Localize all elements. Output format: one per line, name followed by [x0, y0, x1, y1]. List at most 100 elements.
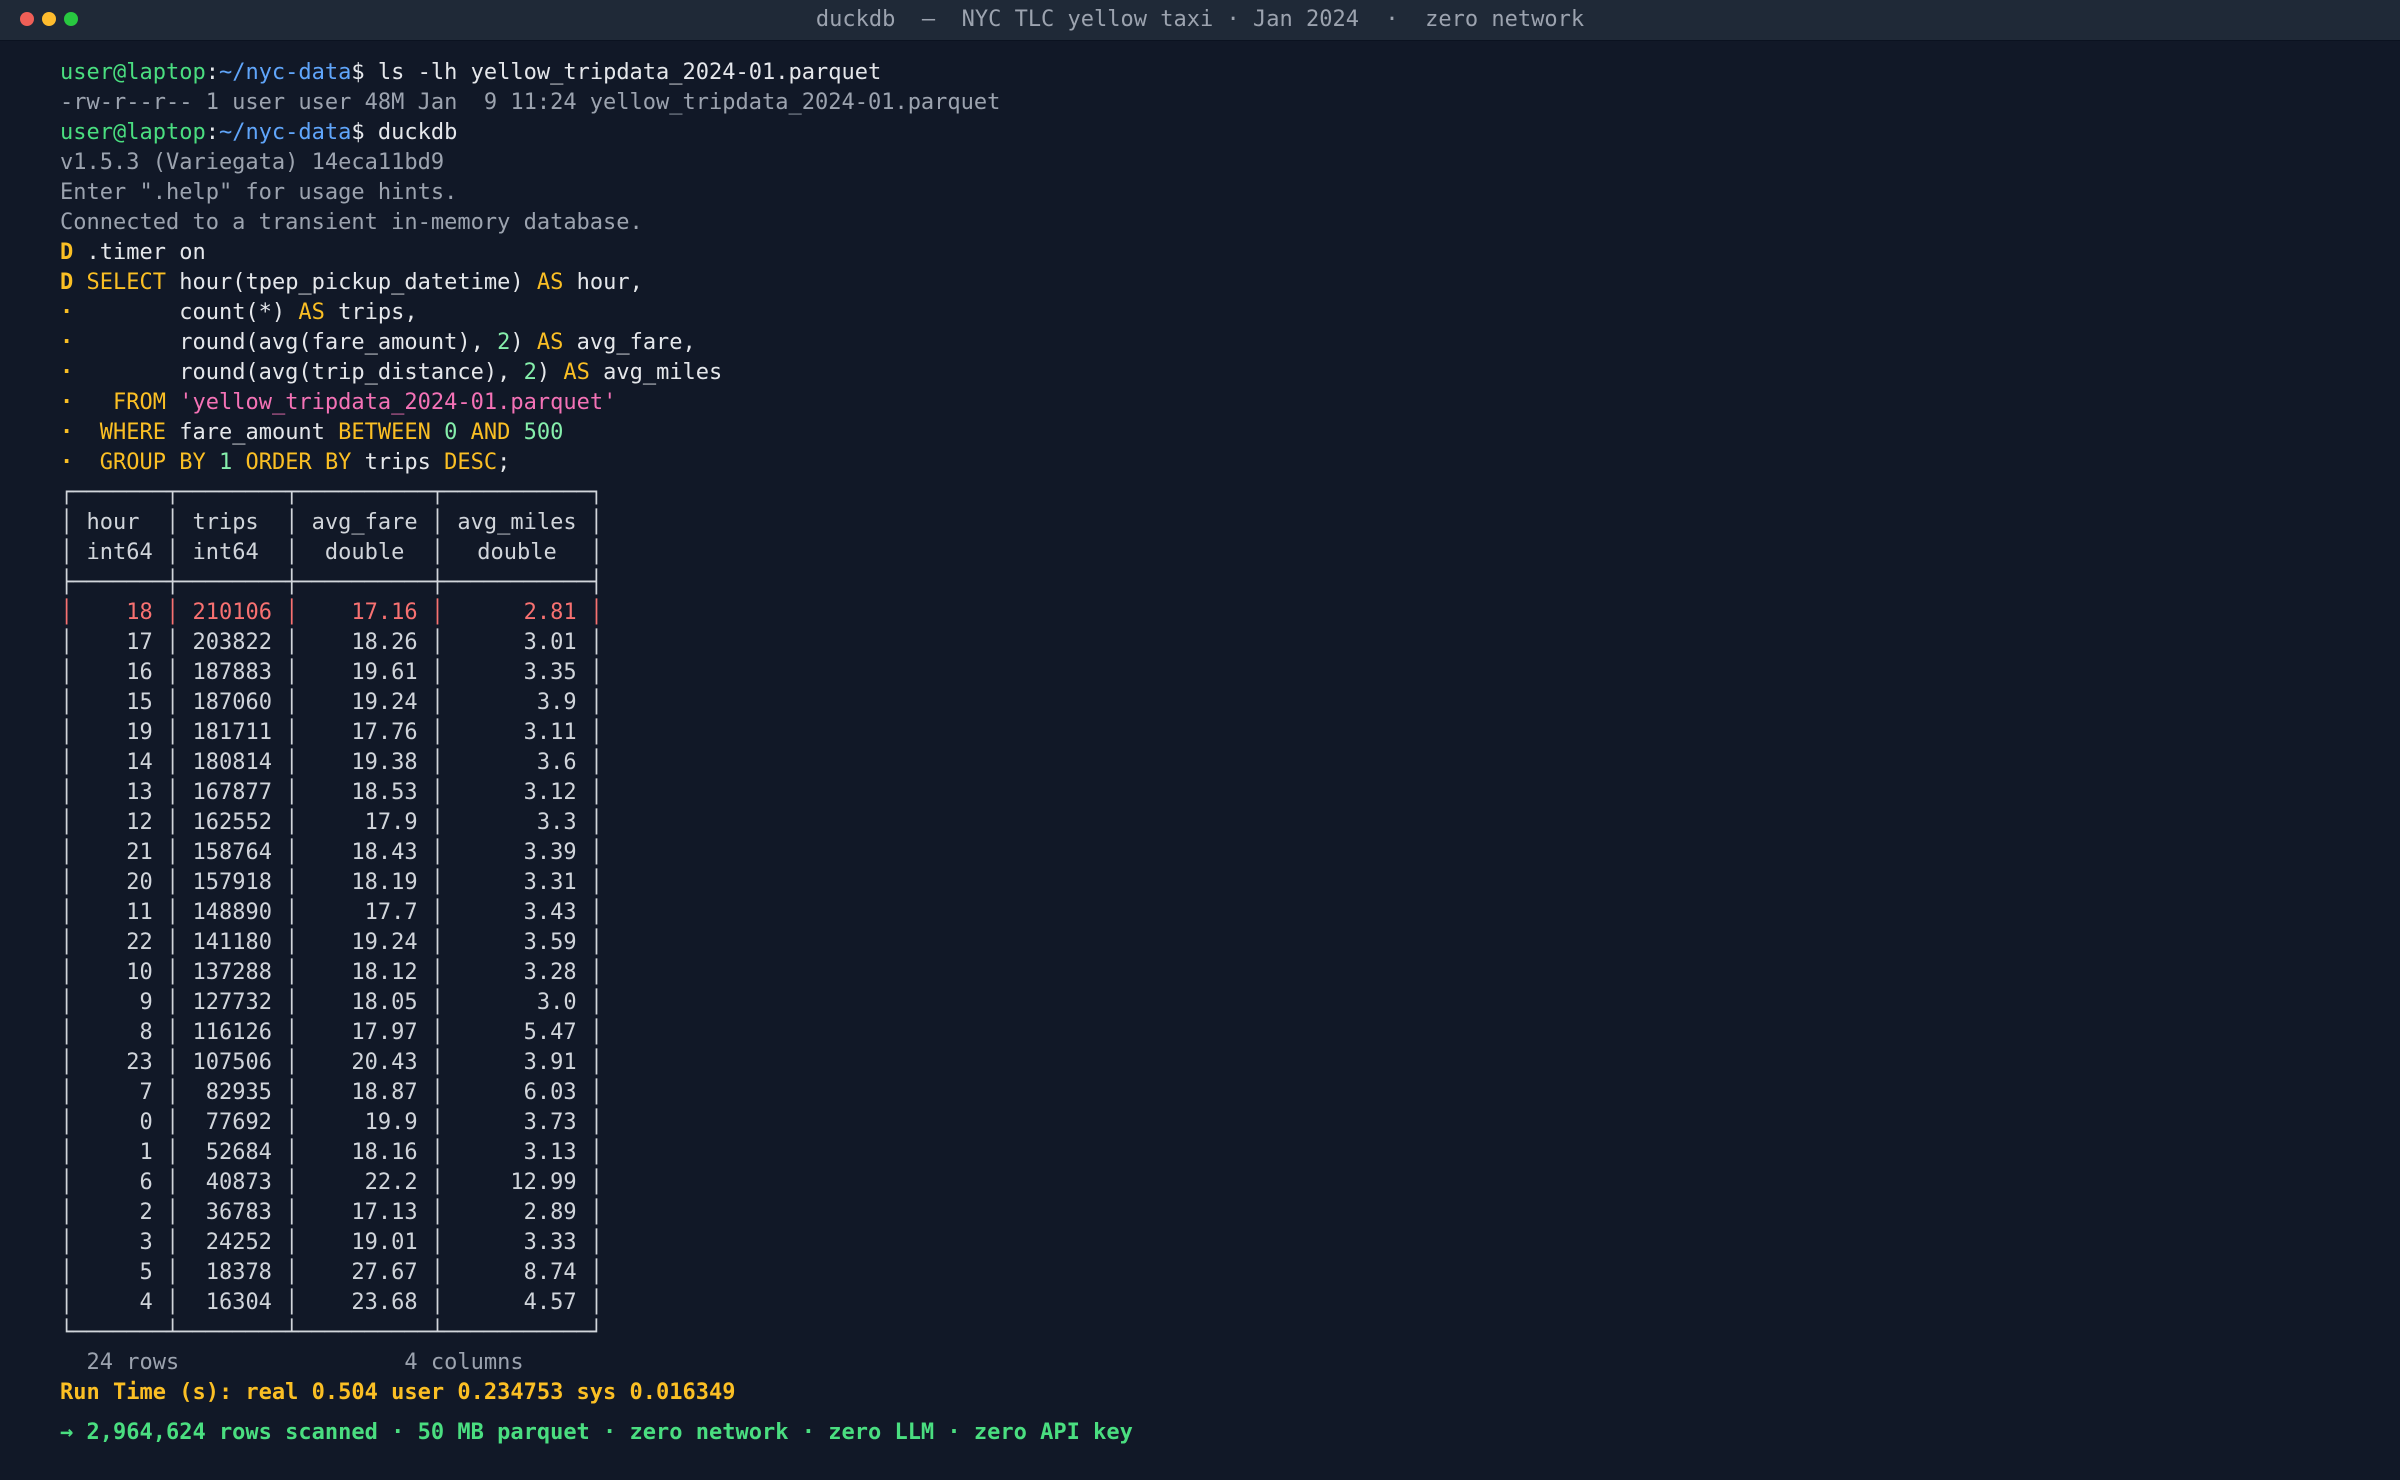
cell-avg-fare: 17.97: [351, 1020, 418, 1045]
table-row: │ 10 │ 137288 │ 18.12 │ 3.28 │: [60, 958, 1133, 988]
column-header-trips: trips: [192, 510, 259, 535]
prompt-symbol: $: [351, 60, 365, 85]
sql-line: · FROM 'yellow_tripdata_2024-01.parquet': [60, 388, 1133, 418]
sql-line: · round(avg(fare_amount), 2) AS avg_fare…: [60, 328, 1133, 358]
column-header-hour: hour: [86, 510, 140, 535]
table-header-separator: ├───────┼────────┼──────────┼───────────…: [60, 570, 604, 595]
sql-keyword: GROUP BY: [99, 450, 206, 475]
cell-trips: 167877: [192, 780, 272, 805]
prompt-symbol: $: [351, 120, 365, 145]
command-text: ls -lh yellow_tripdata_2024-01.parquet: [364, 60, 882, 85]
cell-trips: 162552: [192, 810, 272, 835]
sql-keyword: AS: [563, 360, 590, 385]
table-header-types: │ int64 │ int64 │ double │ double │: [60, 538, 1133, 568]
continuation-prompt: ·: [60, 450, 74, 475]
prompt-user-host: user@laptop: [60, 120, 206, 145]
cell-hour: 16: [126, 660, 153, 685]
table-bottom-border: └───────┴────────┴──────────┴───────────…: [60, 1320, 604, 1345]
duckdb-version: v1.5.3 (Variegata) 14eca11bd9: [60, 150, 445, 175]
sql-keyword: SELECT: [86, 270, 166, 295]
cell-trips: 52684: [205, 1140, 272, 1165]
sql-keyword: AND: [470, 420, 511, 445]
table-row: │ 12 │ 162552 │ 17.9 │ 3.3 │: [60, 808, 1133, 838]
sql-keyword: FROM: [113, 390, 166, 415]
prompt-path: ~/nyc-data: [218, 60, 352, 85]
cell-avg-fare: 22.2: [364, 1170, 418, 1195]
cell-trips: 181711: [192, 720, 272, 745]
table-row: │ 21 │ 158764 │ 18.43 │ 3.39 │: [60, 838, 1133, 868]
sql-expression: round(avg(fare_amount),: [73, 330, 498, 355]
table-row: │ 18 │ 210106 │ 17.16 │ 2.81 │: [60, 598, 1133, 628]
cell-hour: 19: [126, 720, 153, 745]
cell-trips: 40873: [205, 1170, 272, 1195]
sql-keyword: AS: [298, 300, 325, 325]
duckdb-prompt: D: [60, 270, 74, 295]
cell-avg-miles: 3.39: [523, 840, 577, 865]
cell-avg-miles: 3.13: [523, 1140, 577, 1165]
cell-hour: 2: [139, 1200, 153, 1225]
cell-avg-miles: 3.3: [536, 810, 577, 835]
sql-number: 0: [444, 420, 458, 445]
cell-hour: 6: [139, 1170, 153, 1195]
cell-avg-fare: 18.12: [351, 960, 418, 985]
cell-avg-miles: 4.57: [523, 1290, 577, 1315]
cell-avg-miles: 3.59: [523, 930, 577, 955]
table-row: │ 17 │ 203822 │ 18.26 │ 3.01 │: [60, 628, 1133, 658]
cell-avg-fare: 19.38: [351, 750, 418, 775]
sql-number: 500: [523, 420, 564, 445]
cell-hour: 8: [139, 1020, 153, 1045]
cell-hour: 13: [126, 780, 153, 805]
sql-expression: count(*): [73, 300, 299, 325]
table-row: │ 13 │ 167877 │ 18.53 │ 3.12 │: [60, 778, 1133, 808]
column-header-avg-fare: avg_fare: [311, 510, 418, 535]
cell-avg-fare: 17.76: [351, 720, 418, 745]
continuation-prompt: ·: [60, 330, 74, 355]
cell-trips: 16304: [205, 1290, 272, 1315]
command-text: .timer on: [73, 240, 206, 265]
cell-avg-miles: 12.99: [510, 1170, 577, 1195]
cell-trips: 18378: [205, 1260, 272, 1285]
connection-message: Connected to a transient in-memory datab…: [60, 210, 643, 235]
cell-trips: 187883: [192, 660, 272, 685]
continuation-prompt: ·: [60, 390, 74, 415]
sql-line: · GROUP BY 1 ORDER BY trips DESC;: [60, 448, 1133, 478]
sql-alias: trips,: [324, 300, 418, 325]
cell-hour: 3: [139, 1230, 153, 1255]
cell-avg-fare: 19.61: [351, 660, 418, 685]
shell-prompt-line: user@laptop:~/nyc-data$ duckdb: [60, 120, 458, 145]
sql-keyword: BETWEEN: [338, 420, 431, 445]
cell-hour: 20: [126, 870, 153, 895]
sql-line: · WHERE fare_amount BETWEEN 0 AND 500: [60, 418, 1133, 448]
cell-avg-miles: 3.31: [523, 870, 577, 895]
column-count: 4 columns: [404, 1350, 524, 1375]
cell-avg-fare: 17.16: [351, 600, 418, 625]
cell-hour: 10: [126, 960, 153, 985]
cell-hour: 0: [139, 1110, 153, 1135]
sql-expression: hour(tpep_pickup_datetime): [165, 270, 537, 295]
cell-avg-fare: 17.13: [351, 1200, 418, 1225]
terminal-output[interactable]: user@laptop:~/nyc-data$ ls -lh yellow_tr…: [60, 58, 1133, 1448]
table-row: │ 19 │ 181711 │ 17.76 │ 3.11 │: [60, 718, 1133, 748]
prompt-user-host: user@laptop: [60, 60, 206, 85]
scan-summary: → 2,964,624 rows scanned · 50 MB parquet…: [60, 1420, 1133, 1445]
cell-avg-miles: 6.03: [523, 1080, 577, 1105]
table-row: │ 5 │ 18378 │ 27.67 │ 8.74 │: [60, 1258, 1133, 1288]
sql-keyword: WHERE: [99, 420, 166, 445]
column-type-hour: int64: [86, 540, 153, 565]
cell-trips: 180814: [192, 750, 272, 775]
cell-avg-fare: 20.43: [351, 1050, 418, 1075]
table-top-border: ┌───────┬────────┬──────────┬───────────…: [60, 480, 604, 505]
command-text: duckdb: [364, 120, 458, 145]
row-count: 24 rows: [86, 1350, 180, 1375]
cell-avg-fare: 18.43: [351, 840, 418, 865]
sql-keyword: AS: [536, 270, 564, 295]
cell-hour: 1: [139, 1140, 153, 1165]
cell-trips: 148890: [192, 900, 272, 925]
cell-hour: 21: [126, 840, 153, 865]
window-title: duckdb — NYC TLC yellow taxi · Jan 2024 …: [815, 7, 1585, 32]
cell-trips: 157918: [192, 870, 272, 895]
ls-output: -rw-r--r-- 1 user user 48M Jan 9 11:24 y…: [60, 90, 1001, 115]
cell-avg-miles: 3.9: [536, 690, 577, 715]
cell-trips: 210106: [192, 600, 272, 625]
sql-expression: ): [536, 360, 564, 385]
